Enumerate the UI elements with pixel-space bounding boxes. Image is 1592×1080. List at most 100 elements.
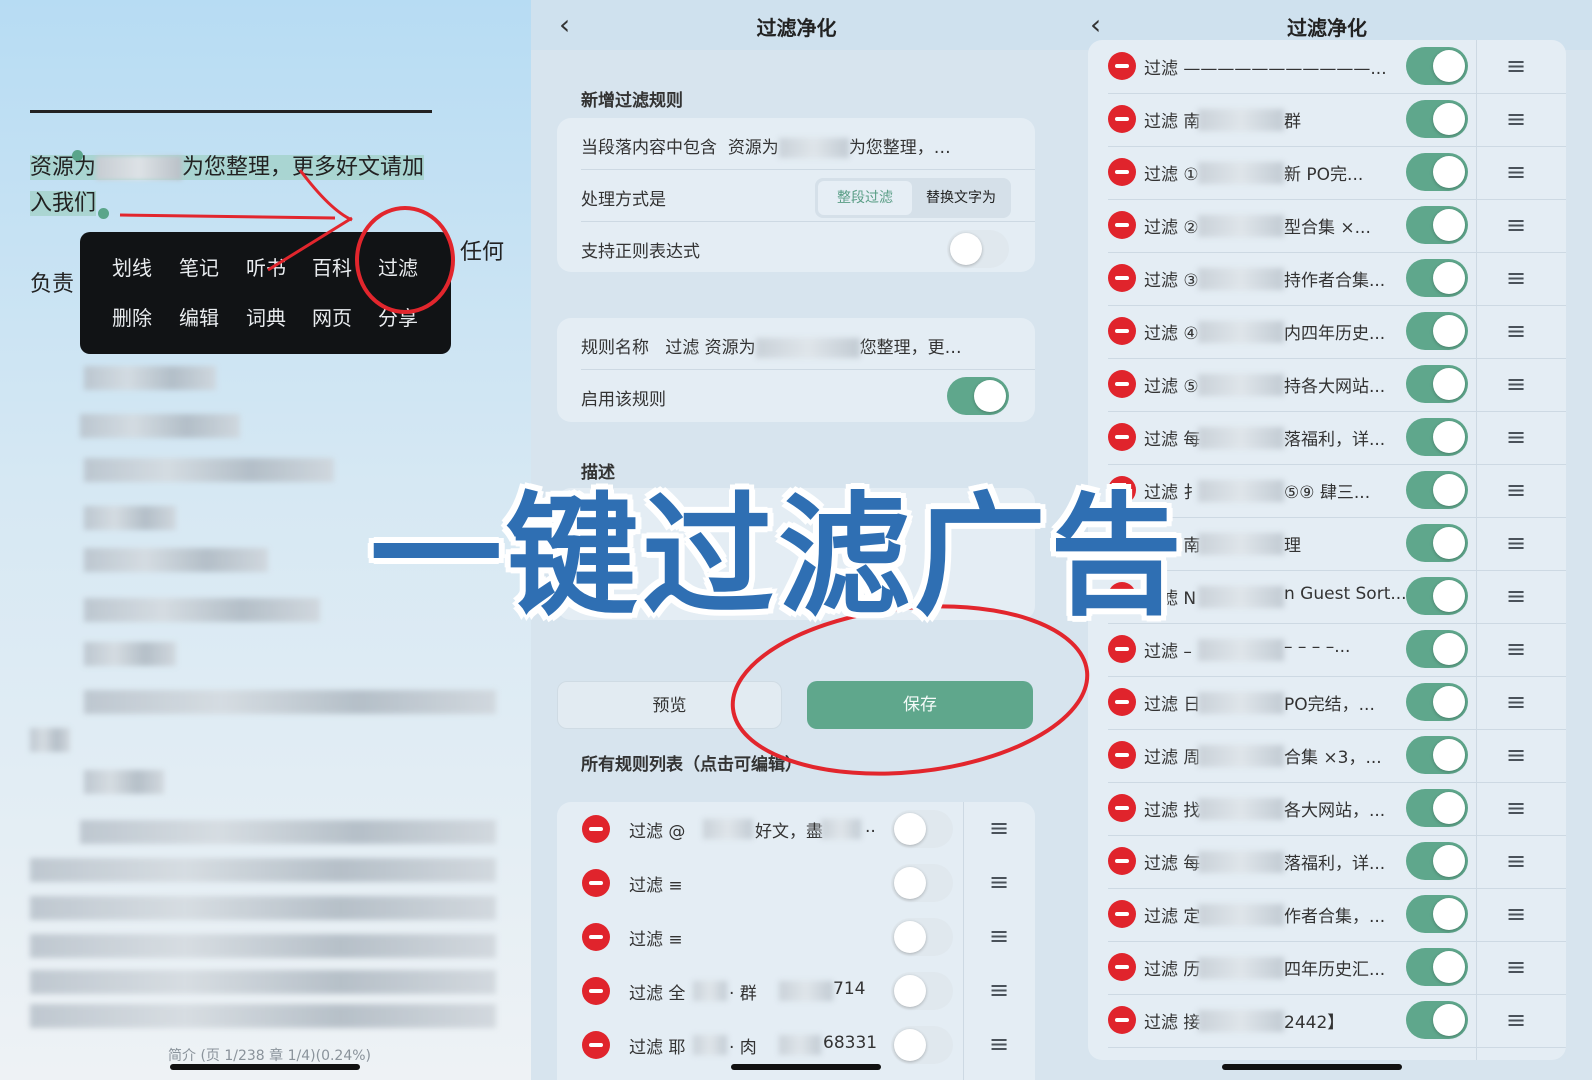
delete-rule-icon[interactable] (1108, 317, 1136, 345)
drag-handle-icon[interactable]: ≡ (1506, 690, 1526, 714)
list-item[interactable]: 过滤 找 各大网站，... ≡ (1088, 782, 1566, 836)
menu-share[interactable]: 分享 (378, 302, 418, 331)
drag-handle-icon[interactable]: ≡ (1506, 478, 1526, 502)
list-item[interactable]: 过滤 南 群 ≡ (1088, 93, 1566, 147)
menu-underline[interactable]: 划线 (112, 252, 152, 281)
rule-toggle[interactable] (1406, 789, 1468, 827)
delete-rule-icon[interactable] (582, 923, 610, 951)
list-item[interactable]: 过滤 接 2442】 ≡ (1088, 994, 1566, 1048)
mode-whole-paragraph[interactable]: 整段过滤 (818, 181, 912, 215)
rule-toggle[interactable] (1406, 1001, 1468, 1039)
drag-handle-icon[interactable]: ≡ (1506, 584, 1526, 608)
menu-dictionary[interactable]: 词典 (246, 302, 286, 331)
rule-toggle[interactable] (1406, 365, 1468, 403)
drag-handle-icon[interactable]: ≡ (989, 870, 1009, 894)
list-item[interactable]: 过滤 全 · 群 714 ≡ (557, 964, 1035, 1018)
rule-toggle[interactable] (891, 1026, 953, 1064)
drag-handle-icon[interactable]: ≡ (1506, 266, 1526, 290)
list-item[interactable]: 过滤 周 合集 ×3，... ≡ (1088, 729, 1566, 783)
rule-toggle[interactable] (1406, 418, 1468, 456)
rule-toggle[interactable] (1406, 259, 1468, 297)
drag-handle-icon[interactable]: ≡ (1506, 531, 1526, 555)
drag-handle-icon[interactable]: ≡ (1506, 637, 1526, 661)
menu-webpage[interactable]: 网页 (312, 302, 352, 331)
menu-note[interactable]: 笔记 (179, 252, 219, 281)
rule-toggle[interactable] (1406, 312, 1468, 350)
list-item[interactable]: 过滤 ———————————... ≡ (1088, 40, 1566, 94)
selection-end-handle[interactable] (98, 208, 109, 219)
rule-toggle[interactable] (1406, 206, 1468, 244)
delete-rule-icon[interactable] (1108, 370, 1136, 398)
list-item[interactable]: 过滤 每 落福利，详... ≡ (1088, 835, 1566, 889)
rule-toggle[interactable] (1406, 524, 1468, 562)
list-item[interactable]: 过滤 ≡ ≡ (557, 856, 1035, 910)
drag-handle-icon[interactable]: ≡ (1506, 213, 1526, 237)
selection-start-handle[interactable] (72, 150, 83, 161)
regex-toggle[interactable] (947, 230, 1009, 268)
drag-handle-icon[interactable]: ≡ (1506, 902, 1526, 926)
rule-toggle[interactable] (891, 864, 953, 902)
drag-handle-icon[interactable]: ≡ (1506, 955, 1526, 979)
delete-rule-icon[interactable] (1108, 1006, 1136, 1034)
drag-handle-icon[interactable]: ≡ (1506, 796, 1526, 820)
rule-toggle[interactable] (1406, 153, 1468, 191)
delete-rule-icon[interactable] (1108, 52, 1136, 80)
delete-rule-icon[interactable] (1108, 688, 1136, 716)
rule-toggle[interactable] (1406, 577, 1468, 615)
rule-toggle[interactable] (891, 918, 953, 956)
rule-toggle[interactable] (1406, 683, 1468, 721)
delete-rule-icon[interactable] (1108, 953, 1136, 981)
menu-filter[interactable]: 过滤 (378, 252, 418, 281)
list-item[interactable]: 过滤 历 四年历史汇... ≡ (1088, 941, 1566, 995)
rule-toggle[interactable] (891, 810, 953, 848)
rule-toggle[interactable] (1406, 895, 1468, 933)
delete-rule-icon[interactable] (582, 1031, 610, 1059)
enable-toggle[interactable] (947, 377, 1009, 415)
rule-toggle[interactable] (1406, 47, 1468, 85)
drag-handle-icon[interactable]: ≡ (1506, 372, 1526, 396)
list-item[interactable]: 过滤 定 作者合集，... ≡ (1088, 888, 1566, 942)
delete-rule-icon[interactable] (1108, 847, 1136, 875)
menu-edit[interactable]: 编辑 (179, 302, 219, 331)
delete-rule-icon[interactable] (1108, 264, 1136, 292)
list-item[interactable]: 过滤 ① 新 PO完... ≡ (1088, 146, 1566, 200)
drag-handle-icon[interactable]: ≡ (1506, 54, 1526, 78)
rule-name-row[interactable]: 规则名称 过滤 资源为 您整理，更… (557, 318, 1035, 370)
delete-rule-icon[interactable] (1108, 794, 1136, 822)
list-item[interactable]: 过滤 日 PO完结，... ≡ (1088, 676, 1566, 730)
delete-rule-icon[interactable] (1108, 158, 1136, 186)
drag-handle-icon[interactable]: ≡ (989, 1032, 1009, 1056)
drag-handle-icon[interactable]: ≡ (1506, 425, 1526, 449)
delete-rule-icon[interactable] (1108, 900, 1136, 928)
save-button[interactable]: 保存 (807, 681, 1033, 729)
delete-rule-icon[interactable] (1108, 105, 1136, 133)
rule-toggle[interactable] (1406, 100, 1468, 138)
delete-rule-icon[interactable] (582, 815, 610, 843)
mode-segmented-control[interactable]: 整段过滤 替换文字为 (815, 178, 1011, 218)
drag-handle-icon[interactable]: ≡ (1506, 107, 1526, 131)
menu-delete[interactable]: 删除 (112, 302, 152, 331)
rule-toggle[interactable] (1406, 948, 1468, 986)
drag-handle-icon[interactable]: ≡ (989, 924, 1009, 948)
drag-handle-icon[interactable]: ≡ (1506, 849, 1526, 873)
delete-rule-icon[interactable] (1108, 741, 1136, 769)
menu-listen[interactable]: 听书 (246, 252, 286, 281)
rule-toggle[interactable] (1406, 471, 1468, 509)
rule-toggle[interactable] (1406, 630, 1468, 668)
drag-handle-icon[interactable]: ≡ (1506, 743, 1526, 767)
delete-rule-icon[interactable] (582, 977, 610, 1005)
rule-toggle[interactable] (1406, 842, 1468, 880)
mode-replace-text[interactable]: 替换文字为 (914, 181, 1008, 215)
drag-handle-icon[interactable]: ≡ (1506, 319, 1526, 343)
rule-toggle[interactable] (891, 972, 953, 1010)
list-item[interactable]: 过滤 ≡ ≡ (557, 910, 1035, 964)
delete-rule-icon[interactable] (1108, 211, 1136, 239)
menu-wiki[interactable]: 百科 (312, 252, 352, 281)
drag-handle-icon[interactable]: ≡ (989, 978, 1009, 1002)
drag-handle-icon[interactable]: ≡ (1506, 160, 1526, 184)
rule-toggle[interactable] (1406, 736, 1468, 774)
preview-button[interactable]: 预览 (557, 681, 782, 729)
drag-handle-icon[interactable]: ≡ (1506, 1008, 1526, 1032)
delete-rule-icon[interactable] (1108, 423, 1136, 451)
list-item[interactable]: 过滤 ② 型合集 ×... ≡ (1088, 199, 1566, 253)
